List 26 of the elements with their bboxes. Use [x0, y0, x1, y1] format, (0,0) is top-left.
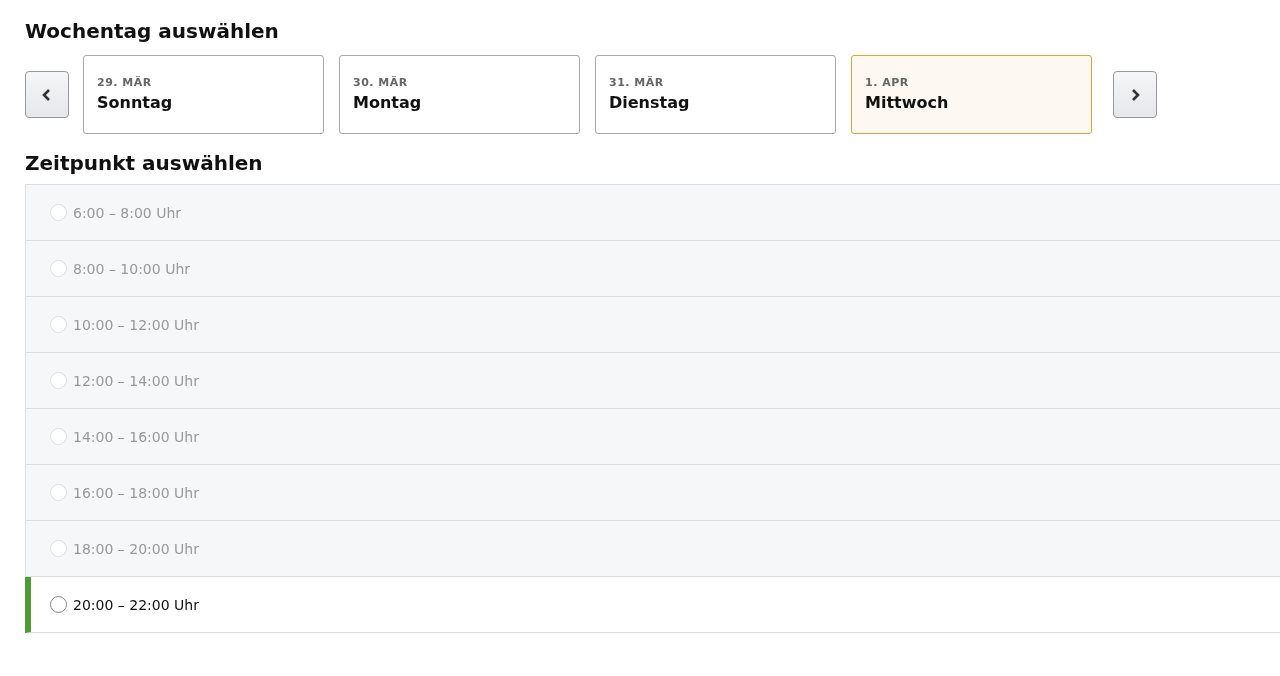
radio-button[interactable] [50, 596, 67, 613]
time-slot-label: 6:00 – 8:00 Uhr [73, 204, 182, 221]
time-slot-label: 16:00 – 18:00 Uhr [73, 484, 199, 501]
section-heading: Zeitpunkt auswählen [25, 150, 264, 177]
time-slot-label: 20:00 – 22:00 Uhr [73, 596, 199, 613]
time-slot-label: 8:00 – 10:00 Uhr [73, 260, 190, 277]
day-date: 30. MÄR [353, 76, 409, 89]
day-card[interactable]: 31. MÄR Dienstag [595, 55, 836, 134]
day-name: Montag [353, 93, 423, 112]
day-name: Dienstag [609, 93, 691, 112]
day-date: 29. MÄR [97, 76, 153, 89]
day-card[interactable]: 29. MÄR Sonntag [83, 55, 324, 134]
day-name: Mittwoch [865, 93, 950, 112]
time-slot-label: 14:00 – 16:00 Uhr [73, 428, 199, 445]
day-name: Sonntag [97, 93, 174, 112]
time-slot-label: 10:00 – 12:00 Uhr [73, 316, 199, 333]
section-heading: Wochentag auswählen [25, 18, 280, 45]
day-date: 31. MÄR [609, 76, 665, 89]
time-slot-label: 12:00 – 14:00 Uhr [73, 372, 199, 389]
day-card[interactable]: 1. APR Mittwoch [851, 55, 1092, 134]
day-date: 1. APR [865, 76, 910, 89]
next-button[interactable] [1113, 71, 1157, 118]
previous-button[interactable] [25, 71, 69, 118]
day-card[interactable]: 30. MÄR Montag [339, 55, 580, 134]
time-slot-row[interactable]: 20:00 – 22:00 Uhr [25, 577, 1280, 633]
time-slot-label: 18:00 – 20:00 Uhr [73, 540, 199, 557]
